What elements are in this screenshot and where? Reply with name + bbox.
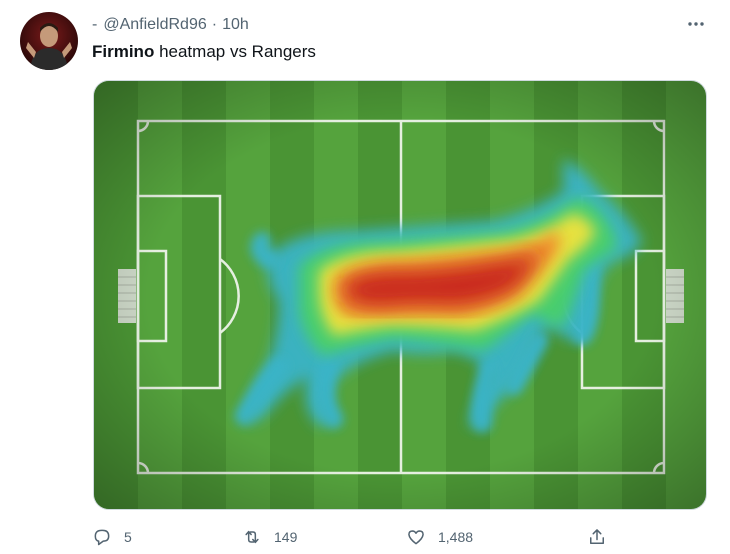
tweet-text-rest: heatmap vs Rangers	[154, 42, 316, 61]
more-horizontal-icon[interactable]	[684, 12, 708, 36]
timestamp[interactable]: 10h	[222, 16, 249, 34]
share-button[interactable]	[587, 524, 607, 550]
tweet-text: Firmino heatmap vs Rangers	[92, 42, 316, 62]
tweet-header: - @AnfieldRd96 · 10h	[92, 14, 710, 36]
like-button[interactable]: 1,488	[406, 524, 473, 550]
avatar[interactable]	[20, 12, 78, 70]
heatmap-image	[94, 81, 706, 509]
retweet-icon	[245, 530, 259, 544]
like-count: 1,488	[438, 529, 474, 545]
tweet-media[interactable]	[93, 80, 707, 510]
retweet-count: 149	[274, 529, 298, 545]
user-handle[interactable]: @AnfieldRd96	[103, 16, 206, 34]
tweet-text-bold: Firmino	[92, 42, 155, 61]
heart-icon	[408, 530, 424, 545]
tweet-actions: 5 149 1,488	[92, 524, 612, 550]
avatar-image	[20, 12, 78, 70]
name-prefix: -	[92, 16, 98, 33]
reply-icon	[94, 529, 110, 546]
retweet-button[interactable]: 149	[242, 524, 297, 550]
share-icon	[590, 529, 604, 544]
reply-button[interactable]: 5	[92, 524, 132, 550]
dot-separator: ·	[211, 16, 218, 33]
reply-count: 5	[124, 529, 132, 545]
